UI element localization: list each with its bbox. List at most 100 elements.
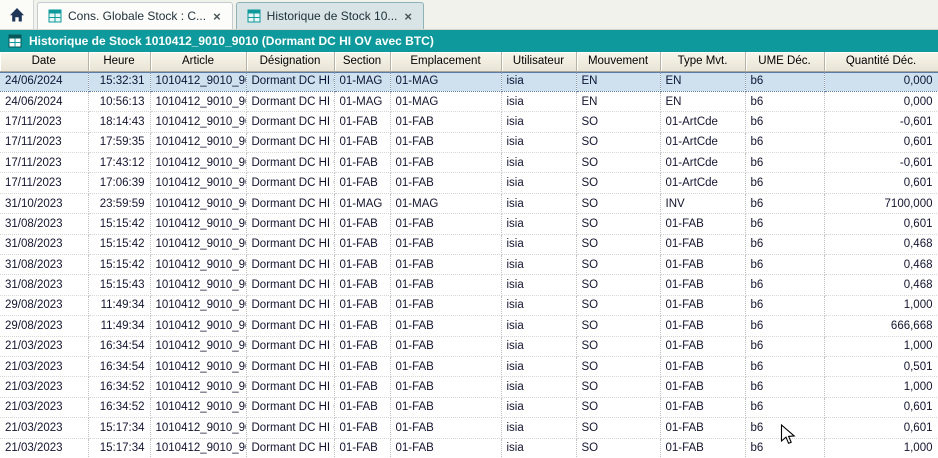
cell[interactable]: 21/03/2023 <box>0 356 88 376</box>
table-row[interactable]: 21/03/202315:17:341010412_9010_9010Dorma… <box>0 418 938 438</box>
cell[interactable]: b6 <box>745 336 824 356</box>
cell[interactable]: 7100,000 <box>824 193 938 213</box>
cell[interactable]: 1010412_9010_9010 <box>150 418 246 438</box>
cell[interactable]: 0,501 <box>824 356 938 376</box>
cell[interactable]: 31/10/2023 <box>0 193 88 213</box>
cell[interactable]: 1010412_9010_9010 <box>150 336 246 356</box>
cell[interactable]: 17:06:39 <box>88 173 150 193</box>
cell[interactable]: 11:49:34 <box>88 316 150 336</box>
cell[interactable]: 15:17:34 <box>88 438 150 458</box>
cell[interactable]: 01-FAB <box>660 255 745 275</box>
cell[interactable]: 01-MAG <box>334 71 390 91</box>
cell[interactable]: 17/11/2023 <box>0 173 88 193</box>
cell[interactable]: 01-FAB <box>390 316 501 336</box>
cell[interactable]: isia <box>501 356 576 376</box>
cell[interactable]: b6 <box>745 153 824 173</box>
close-icon[interactable]: × <box>403 10 413 23</box>
table-row[interactable]: 17/11/202317:59:351010412_9010_9010Dorma… <box>0 132 938 152</box>
cell[interactable]: 29/08/2023 <box>0 295 88 315</box>
cell[interactable]: 10:56:13 <box>88 91 150 111</box>
cell[interactable]: 17:59:35 <box>88 132 150 152</box>
column-header-8[interactable]: Type Mvt. <box>660 52 745 71</box>
cell[interactable]: 0,601 <box>824 173 938 193</box>
cell[interactable]: 01-FAB <box>660 295 745 315</box>
cell[interactable]: 01-MAG <box>390 71 501 91</box>
cell[interactable]: isia <box>501 234 576 254</box>
column-header-7[interactable]: Mouvement <box>576 52 660 71</box>
cell[interactable]: isia <box>501 173 576 193</box>
cell[interactable]: 15:15:42 <box>88 214 150 234</box>
tab-cons-globale-stock[interactable]: Cons. Globale Stock : C... × <box>37 2 233 29</box>
cell[interactable]: 21/03/2023 <box>0 336 88 356</box>
cell[interactable]: b6 <box>745 234 824 254</box>
cell[interactable]: 01-FAB <box>390 275 501 295</box>
cell[interactable]: 15:15:42 <box>88 255 150 275</box>
cell[interactable]: 01-FAB <box>390 214 501 234</box>
cell[interactable]: 01-FAB <box>390 356 501 376</box>
cell[interactable]: 31/08/2023 <box>0 234 88 254</box>
cell[interactable]: 01-FAB <box>334 336 390 356</box>
cell[interactable]: 01-FAB <box>660 438 745 458</box>
cell[interactable]: isia <box>501 193 576 213</box>
cell[interactable]: 01-FAB <box>390 112 501 132</box>
cell[interactable]: isia <box>501 336 576 356</box>
table-row[interactable]: 21/03/202316:34:521010412_9010_9010Dorma… <box>0 397 938 417</box>
cell[interactable]: 01-FAB <box>334 418 390 438</box>
cell[interactable]: 1010412_9010_9010 <box>150 377 246 397</box>
cell[interactable]: 21/03/2023 <box>0 438 88 458</box>
cell[interactable]: 1010412_9010_9010 <box>150 153 246 173</box>
cell[interactable]: b6 <box>745 112 824 132</box>
table-row[interactable]: 31/08/202315:15:431010412_9010_9010Dorma… <box>0 275 938 295</box>
cell[interactable]: isia <box>501 153 576 173</box>
cell[interactable]: 01-FAB <box>660 316 745 336</box>
cell[interactable]: 31/08/2023 <box>0 255 88 275</box>
cell[interactable]: 01-FAB <box>334 173 390 193</box>
cell[interactable]: 0,000 <box>824 71 938 91</box>
cell[interactable]: 1010412_9010_9010 <box>150 295 246 315</box>
cell[interactable]: 01-MAG <box>390 91 501 111</box>
cell[interactable]: Dormant DC HI OV avec BTC <box>246 112 334 132</box>
cell[interactable]: isia <box>501 418 576 438</box>
cell[interactable]: b6 <box>745 214 824 234</box>
cell[interactable]: isia <box>501 132 576 152</box>
cell[interactable]: 24/06/2024 <box>0 71 88 91</box>
table-row[interactable]: 31/08/202315:15:421010412_9010_9010Dorma… <box>0 255 938 275</box>
cell[interactable]: 01-FAB <box>390 255 501 275</box>
cell[interactable]: 01-FAB <box>390 132 501 152</box>
cell[interactable]: b6 <box>745 295 824 315</box>
cell[interactable]: 1010412_9010_9010 <box>150 356 246 376</box>
cell[interactable]: 21/03/2023 <box>0 397 88 417</box>
cell[interactable]: SO <box>576 214 660 234</box>
table-row[interactable]: 17/11/202317:06:391010412_9010_9010Dorma… <box>0 173 938 193</box>
cell[interactable]: 1010412_9010_9010 <box>150 71 246 91</box>
column-header-5[interactable]: Emplacement <box>390 52 501 71</box>
table-row[interactable]: 17/11/202318:14:431010412_9010_9010Dorma… <box>0 112 938 132</box>
cell[interactable]: 1010412_9010_9010 <box>150 316 246 336</box>
column-header-1[interactable]: Heure <box>88 52 150 71</box>
cell[interactable]: 01-FAB <box>334 377 390 397</box>
cell[interactable]: 18:14:43 <box>88 112 150 132</box>
cell[interactable]: 1010412_9010_9010 <box>150 275 246 295</box>
cell[interactable]: 16:34:52 <box>88 377 150 397</box>
cell[interactable]: Dormant DC HI OV avec BTC <box>246 173 334 193</box>
cell[interactable]: 01-FAB <box>660 356 745 376</box>
table-row[interactable]: 21/03/202316:34:521010412_9010_9010Dorma… <box>0 377 938 397</box>
cell[interactable]: INV <box>660 193 745 213</box>
cell[interactable]: 0,000 <box>824 91 938 111</box>
cell[interactable]: 17/11/2023 <box>0 132 88 152</box>
cell[interactable]: SO <box>576 295 660 315</box>
cell[interactable]: SO <box>576 377 660 397</box>
cell[interactable]: 1010412_9010_9010 <box>150 91 246 111</box>
cell[interactable]: SO <box>576 255 660 275</box>
cell[interactable]: 01-FAB <box>334 214 390 234</box>
cell[interactable]: b6 <box>745 418 824 438</box>
cell[interactable]: 1010412_9010_9010 <box>150 397 246 417</box>
cell[interactable]: 16:34:52 <box>88 397 150 417</box>
cell[interactable]: Dormant DC HI OV avec BTC <box>246 234 334 254</box>
cell[interactable]: 1010412_9010_9010 <box>150 132 246 152</box>
cell[interactable]: 01-FAB <box>660 234 745 254</box>
table-row[interactable]: 21/03/202315:17:341010412_9010_9010Dorma… <box>0 438 938 458</box>
cell[interactable]: 01-FAB <box>660 418 745 438</box>
cell[interactable]: 1010412_9010_9010 <box>150 112 246 132</box>
cell[interactable]: 01-ArtCde <box>660 173 745 193</box>
